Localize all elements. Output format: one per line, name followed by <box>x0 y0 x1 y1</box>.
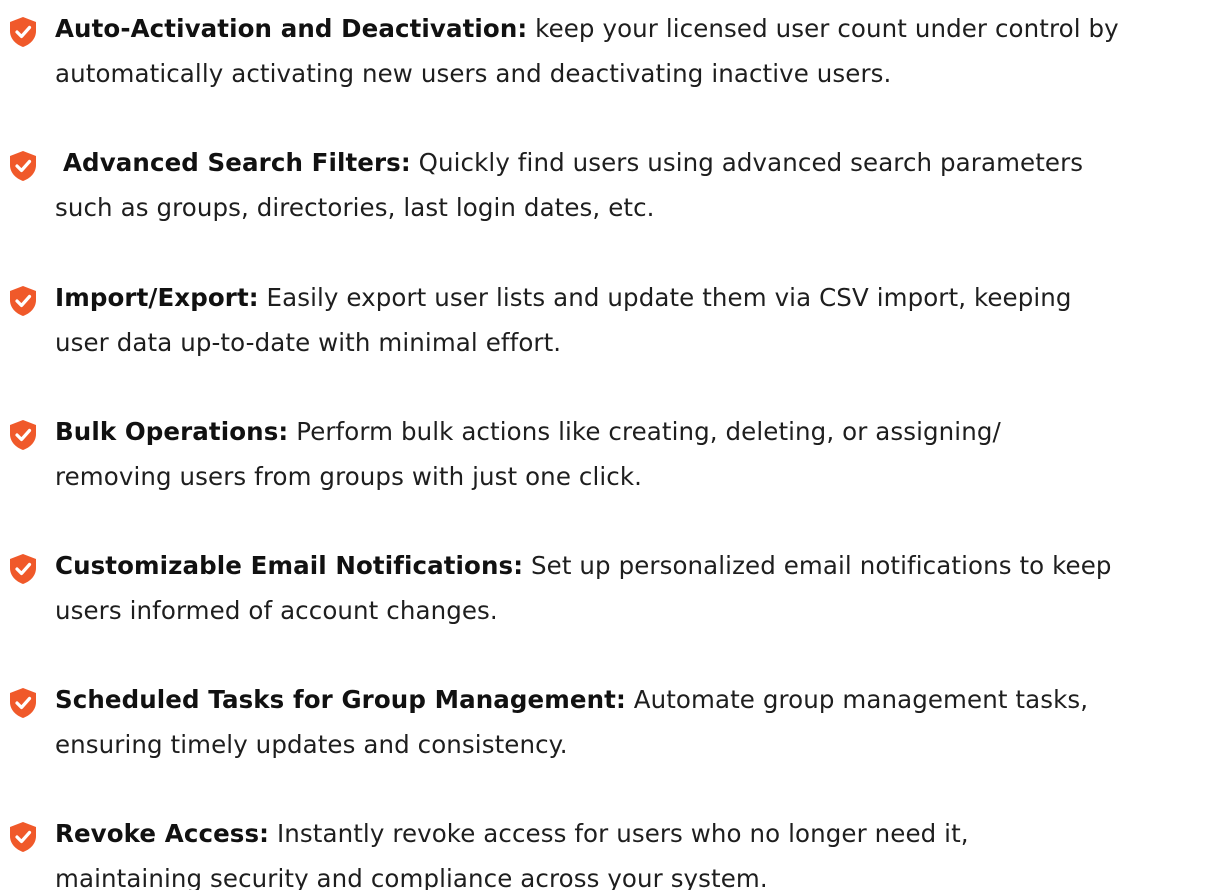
shield-check-icon <box>8 150 38 182</box>
feature-title: Auto-Activation and Deactivation: <box>55 14 528 43</box>
feature-text: Auto-Activation and Deactivation: keep y… <box>55 6 1205 96</box>
feature-title: Bulk Operations: <box>55 417 289 446</box>
feature-item-scheduled-tasks: Scheduled Tasks for Group Management: Au… <box>0 677 1211 787</box>
feature-description: Automate group management tasks, <box>625 685 1089 714</box>
feature-description-cont: users informed of account changes. <box>55 596 498 625</box>
feature-description: Perform bulk actions like creating, dele… <box>288 417 1001 446</box>
feature-text: Import/Export: Easily export user lists … <box>55 275 1205 365</box>
feature-item-revoke-access: Revoke Access: Instantly revoke access f… <box>0 811 1211 890</box>
feature-item-import-export: Import/Export: Easily export user lists … <box>0 275 1211 385</box>
shield-check-icon <box>8 285 38 317</box>
feature-description-cont: such as groups, directories, last login … <box>55 193 655 222</box>
shield-check-icon <box>8 821 38 853</box>
feature-text: Scheduled Tasks for Group Management: Au… <box>55 677 1205 767</box>
feature-description: Easily export user lists and update them… <box>258 283 1072 312</box>
feature-description: Set up personalized email notifications … <box>523 551 1112 580</box>
shield-check-icon <box>8 553 38 585</box>
shield-check-icon <box>8 419 38 451</box>
feature-description-cont: maintaining security and compliance acro… <box>55 864 768 890</box>
feature-text: Customizable Email Notifications: Set up… <box>55 543 1205 633</box>
feature-title: Revoke Access: <box>55 819 270 848</box>
feature-text: Bulk Operations: Perform bulk actions li… <box>55 409 1205 499</box>
feature-description: Quickly find users using advanced search… <box>410 148 1084 177</box>
feature-item-auto-activation: Auto-Activation and Deactivation: keep y… <box>0 6 1211 116</box>
feature-list: Auto-Activation and Deactivation: keep y… <box>0 0 1211 890</box>
feature-description: keep your licensed user count under cont… <box>527 14 1119 43</box>
feature-description: Instantly revoke access for users who no… <box>269 819 969 848</box>
feature-title: Scheduled Tasks for Group Management: <box>55 685 626 714</box>
feature-title: Advanced Search Filters: <box>63 148 411 177</box>
feature-item-bulk-operations: Bulk Operations: Perform bulk actions li… <box>0 409 1211 519</box>
feature-title: Import/Export: <box>55 283 259 312</box>
shield-check-icon <box>8 16 38 48</box>
feature-description-cont: user data up-to-date with minimal effort… <box>55 328 562 357</box>
feature-item-email-notifications: Customizable Email Notifications: Set up… <box>0 543 1211 653</box>
feature-description-cont: automatically activating new users and d… <box>55 59 892 88</box>
feature-description-cont: ensuring timely updates and consistency. <box>55 730 568 759</box>
feature-text: Advanced Search Filters: Quickly find us… <box>55 140 1211 230</box>
feature-item-advanced-search: Advanced Search Filters: Quickly find us… <box>0 140 1211 250</box>
feature-description-cont: removing users from groups with just one… <box>55 462 643 491</box>
shield-check-icon <box>8 687 38 719</box>
feature-text: Revoke Access: Instantly revoke access f… <box>55 811 1205 890</box>
feature-title: Customizable Email Notifications: <box>55 551 524 580</box>
